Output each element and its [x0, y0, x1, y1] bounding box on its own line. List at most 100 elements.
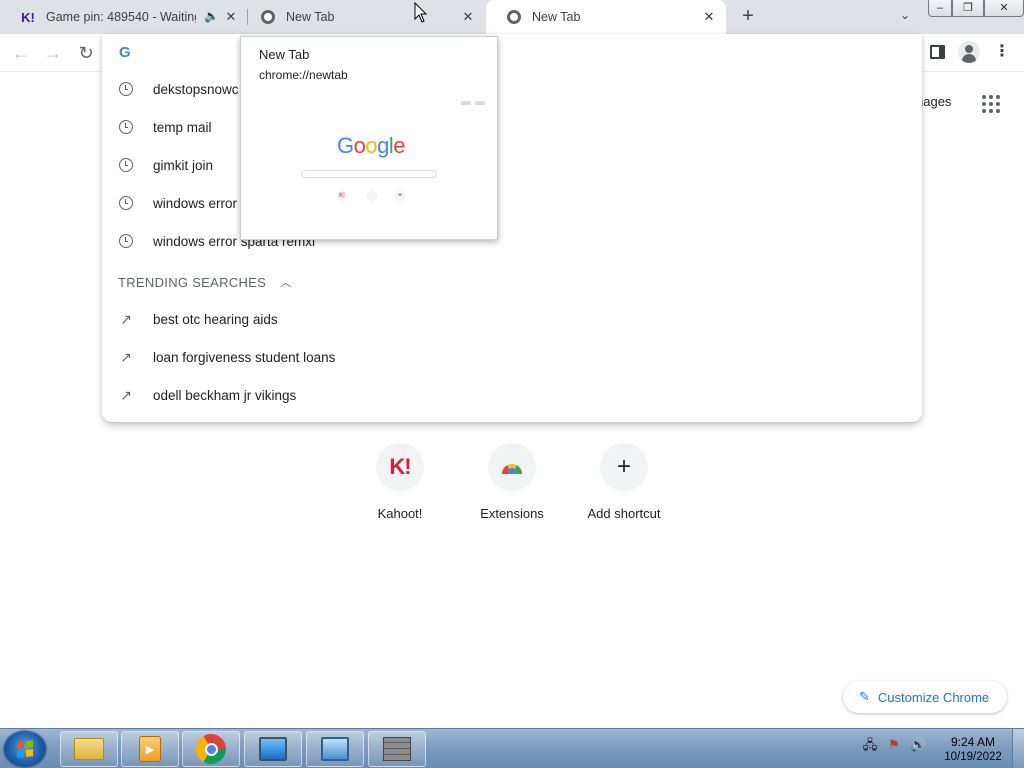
- restore-button[interactable]: ❐: [952, 0, 984, 17]
- taskbar-chrome[interactable]: [182, 731, 240, 767]
- history-clock-icon: [119, 120, 133, 134]
- tab-title: New Tab: [532, 10, 581, 24]
- trending-suggestion[interactable]: ↗ loan forgiveness student loans: [102, 338, 922, 376]
- history-clock-icon: [119, 196, 133, 210]
- taskbar-firewall[interactable]: [368, 731, 426, 767]
- explorer-icon: [74, 738, 104, 760]
- shortcut-label: Kahoot!: [377, 506, 423, 521]
- hover-card-title: New Tab: [259, 47, 310, 62]
- history-suggestion[interactable]: windows error: [102, 184, 922, 222]
- suggestion-text: loan forgiveness student loans: [153, 349, 336, 365]
- trending-searches-header[interactable]: TRENDING SEARCHES ︿: [118, 274, 291, 290]
- tab-search-chevron-icon[interactable]: ⌄: [896, 8, 914, 26]
- suggestion-text: best otc hearing aids: [153, 311, 278, 327]
- tab-hover-card: New Tab chrome://newtab Google K! +: [240, 36, 498, 240]
- firewall-icon: [383, 737, 411, 761]
- customize-label: Customize Chrome: [877, 689, 990, 705]
- tab-title: Game pin: 489540 - Waiting: [46, 10, 196, 24]
- customize-chrome-button[interactable]: ✎ Customize Chrome: [843, 681, 1007, 713]
- thumbnail-extensions-icon: [367, 191, 377, 201]
- trending-arrow-icon: ↗: [120, 348, 132, 365]
- extensions-icon: [488, 443, 536, 491]
- back-arrow-icon[interactable]: ←: [10, 42, 32, 64]
- taskbar-control-panel[interactable]: [306, 731, 364, 767]
- chrome-icon: [506, 9, 522, 25]
- suggestion-text: odell beckham jr vikings: [153, 387, 297, 403]
- remote-desktop-icon: [259, 737, 287, 761]
- reload-icon[interactable]: ↻: [75, 42, 97, 64]
- trending-suggestion[interactable]: ↗ odell beckham jr vikings: [102, 376, 922, 414]
- google-apps-icon[interactable]: [982, 95, 1000, 113]
- start-button[interactable]: [4, 731, 46, 767]
- speaker-icon[interactable]: 🔈: [204, 9, 219, 23]
- shortcut-label: Extensions: [480, 506, 544, 521]
- system-tray: 🖧 ⚑ 🔊: [862, 737, 926, 753]
- history-suggestion[interactable]: windows error sparta remxi: [102, 222, 922, 260]
- history-clock-icon: [119, 234, 133, 248]
- window-controls: – ❐ ✕: [928, 0, 1024, 18]
- more-menu-icon[interactable]: ⋮: [994, 42, 1010, 62]
- tab-strip: K! Game pin: 489540 - Waiting 🔈 ✕ New Ta…: [0, 0, 1024, 34]
- suggestion-text: windows error: [153, 195, 238, 211]
- tab-thumbnail: Google K! +: [241, 93, 497, 239]
- forward-arrow-icon[interactable]: →: [42, 42, 64, 64]
- taskbar-explorer[interactable]: [60, 731, 118, 767]
- mouse-cursor-icon: [414, 2, 428, 23]
- hover-card-url: chrome://newtab: [259, 68, 348, 82]
- tab-new-tab-1[interactable]: New Tab ✕: [240, 0, 485, 34]
- profile-avatar-icon[interactable]: [958, 41, 980, 63]
- thumbnail-search-box: [301, 170, 437, 178]
- network-icon[interactable]: 🖧: [862, 737, 878, 753]
- tab-new-tab-active[interactable]: New Tab ✕: [486, 0, 726, 34]
- taskbar-remote-desktop[interactable]: [244, 731, 302, 767]
- chrome-icon: [196, 734, 226, 764]
- tab-title: New Tab: [286, 10, 335, 24]
- shortcut-extensions[interactable]: Extensions: [456, 443, 568, 521]
- suggestion-text: gimkit join: [153, 157, 214, 173]
- suggestion-text: temp mail: [153, 119, 212, 135]
- control-panel-icon: [321, 737, 349, 761]
- history-clock-icon: [119, 158, 133, 172]
- chrome-icon: [260, 9, 276, 25]
- taskbar-clock-time[interactable]: 9:24 AM: [940, 735, 1006, 749]
- tab-kahoot[interactable]: K! Game pin: 489540 - Waiting 🔈 ✕: [0, 0, 248, 34]
- trending-arrow-icon: ↗: [120, 386, 132, 403]
- google-g-icon: G: [119, 44, 131, 61]
- thumbnail-google-logo: Google: [337, 133, 406, 158]
- close-window-button[interactable]: ✕: [984, 0, 1024, 17]
- shortcut-add[interactable]: + Add shortcut: [568, 443, 680, 521]
- windows-logo-icon: [17, 740, 33, 758]
- history-suggestion[interactable]: gimkit join: [102, 146, 922, 184]
- thumbnail-link: [461, 101, 471, 105]
- thumbnail-kahoot-icon: K!: [337, 191, 347, 201]
- plus-icon: +: [600, 443, 648, 491]
- omnibox-dropdown: G dekstopsnowc temp mail gimkit join win…: [102, 34, 922, 422]
- history-clock-icon: [119, 82, 133, 96]
- trending-header-label: TRENDING SEARCHES: [118, 274, 267, 290]
- taskbar-clock-date[interactable]: 10/19/2022: [940, 751, 1006, 763]
- close-tab-icon[interactable]: ✕: [224, 10, 238, 24]
- pencil-icon: ✎: [859, 689, 870, 704]
- chevron-up-icon[interactable]: ︿: [280, 274, 291, 290]
- shortcut-kahoot[interactable]: K! Kahoot!: [344, 443, 456, 521]
- new-tab-plus-icon[interactable]: +: [738, 6, 758, 26]
- trending-arrow-icon: ↗: [120, 310, 132, 327]
- history-suggestion[interactable]: dekstopsnowc: [102, 70, 922, 108]
- thumbnail-plus-icon: +: [395, 191, 405, 201]
- close-tab-icon[interactable]: ✕: [461, 10, 475, 24]
- suggestion-text: dekstopsnowc: [153, 81, 239, 97]
- taskbar-media-player[interactable]: ▶: [121, 731, 179, 767]
- minimize-button[interactable]: –: [928, 0, 952, 17]
- kahoot-icon: K!: [21, 9, 35, 25]
- volume-icon[interactable]: 🔊: [910, 737, 926, 753]
- trending-suggestion[interactable]: ↗ best otc hearing aids: [102, 300, 922, 338]
- kahoot-icon: K!: [376, 443, 424, 491]
- thumbnail-link: [475, 101, 485, 105]
- media-player-icon: ▶: [139, 736, 161, 762]
- history-suggestion[interactable]: temp mail: [102, 108, 922, 146]
- side-panel-icon[interactable]: [930, 45, 945, 59]
- close-tab-icon[interactable]: ✕: [702, 10, 716, 24]
- shortcut-label: Add shortcut: [587, 506, 661, 521]
- show-desktop-button[interactable]: [1012, 729, 1024, 768]
- action-center-flag-icon[interactable]: ⚑: [886, 737, 902, 753]
